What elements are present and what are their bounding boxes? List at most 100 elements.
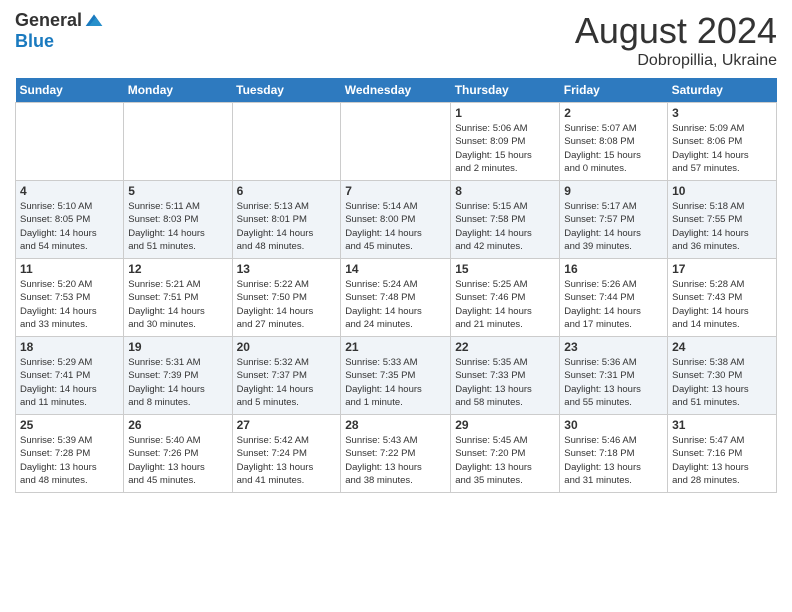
- table-row: 5 Sunrise: 5:11 AM Sunset: 8:03 PM Daylig…: [124, 181, 232, 259]
- day-info: Sunrise: 5:36 AM Sunset: 7:31 PM Dayligh…: [564, 356, 663, 409]
- day-info: Sunrise: 5:39 AM Sunset: 7:28 PM Dayligh…: [20, 434, 119, 487]
- day-number: 30: [564, 418, 663, 432]
- day-number: 8: [455, 184, 555, 198]
- week-row-1: 1 Sunrise: 5:06 AM Sunset: 8:09 PM Daylig…: [16, 103, 777, 181]
- table-row: 21 Sunrise: 5:33 AM Sunset: 7:35 PM Dayli…: [341, 337, 451, 415]
- table-row: 24 Sunrise: 5:38 AM Sunset: 7:30 PM Dayli…: [668, 337, 777, 415]
- header: General Blue August 2024 Dobropillia, Uk…: [15, 10, 777, 70]
- table-row: [124, 103, 232, 181]
- header-row: Sunday Monday Tuesday Wednesday Thursday…: [16, 78, 777, 103]
- day-number: 10: [672, 184, 772, 198]
- day-number: 11: [20, 262, 119, 276]
- day-info: Sunrise: 5:06 AM Sunset: 8:09 PM Dayligh…: [455, 122, 555, 175]
- table-row: 4 Sunrise: 5:10 AM Sunset: 8:05 PM Daylig…: [16, 181, 124, 259]
- location: Dobropillia, Ukraine: [575, 52, 777, 70]
- day-number: 26: [128, 418, 227, 432]
- col-saturday: Saturday: [668, 78, 777, 103]
- day-info: Sunrise: 5:45 AM Sunset: 7:20 PM Dayligh…: [455, 434, 555, 487]
- day-info: Sunrise: 5:38 AM Sunset: 7:30 PM Dayligh…: [672, 356, 772, 409]
- day-number: 6: [237, 184, 337, 198]
- day-number: 24: [672, 340, 772, 354]
- table-row: 22Sunrise: 5:35 AM Sunset: 7:33 PM Dayli…: [451, 337, 560, 415]
- day-info: Sunrise: 5:40 AM Sunset: 7:26 PM Dayligh…: [128, 434, 227, 487]
- col-sunday: Sunday: [16, 78, 124, 103]
- table-row: 10 Sunrise: 5:18 AM Sunset: 7:55 PM Dayli…: [668, 181, 777, 259]
- table-row: 25 Sunrise: 5:39 AM Sunset: 7:28 PM Dayli…: [16, 415, 124, 493]
- day-number: 5: [128, 184, 227, 198]
- day-number: 15: [455, 262, 555, 276]
- logo: General Blue: [15, 10, 104, 52]
- day-number: 4: [20, 184, 119, 198]
- day-number: 2: [564, 106, 663, 120]
- table-row: 3 Sunrise: 5:09 AM Sunset: 8:06 PM Daylig…: [668, 103, 777, 181]
- day-info: Sunrise: 5:10 AM Sunset: 8:05 PM Dayligh…: [20, 200, 119, 253]
- table-row: 27 Sunrise: 5:42 AM Sunset: 7:24 PM Dayli…: [232, 415, 341, 493]
- table-row: 18Sunrise: 5:29 AM Sunset: 7:41 PM Dayli…: [16, 337, 124, 415]
- table-row: 13 Sunrise: 5:22 AM Sunset: 7:50 PM Dayli…: [232, 259, 341, 337]
- day-number: 25: [20, 418, 119, 432]
- day-number: 31: [672, 418, 772, 432]
- day-number: 27: [237, 418, 337, 432]
- day-info: Sunrise: 5:33 AM Sunset: 7:35 PM Dayligh…: [345, 356, 446, 409]
- day-info: Sunrise: 5:47 AM Sunset: 7:16 PM Dayligh…: [672, 434, 772, 487]
- table-row: 29 Sunrise: 5:45 AM Sunset: 7:20 PM Dayli…: [451, 415, 560, 493]
- day-info: Sunrise: 5:07 AM Sunset: 8:08 PM Dayligh…: [564, 122, 663, 175]
- col-monday: Monday: [124, 78, 232, 103]
- day-number: 17: [672, 262, 772, 276]
- week-row-2: 4 Sunrise: 5:10 AM Sunset: 8:05 PM Daylig…: [16, 181, 777, 259]
- table-row: 8 Sunrise: 5:15 AM Sunset: 7:58 PM Daylig…: [451, 181, 560, 259]
- day-info: Sunrise: 5:24 AM Sunset: 7:48 PM Dayligh…: [345, 278, 446, 331]
- col-tuesday: Tuesday: [232, 78, 341, 103]
- day-info: Sunrise: 5:28 AM Sunset: 7:43 PM Dayligh…: [672, 278, 772, 331]
- table-row: 1 Sunrise: 5:06 AM Sunset: 8:09 PM Daylig…: [451, 103, 560, 181]
- day-number: 12: [128, 262, 227, 276]
- day-info: Sunrise: 5:14 AM Sunset: 8:00 PM Dayligh…: [345, 200, 446, 253]
- day-info: Sunrise: 5:42 AM Sunset: 7:24 PM Dayligh…: [237, 434, 337, 487]
- table-row: 30 Sunrise: 5:46 AM Sunset: 7:18 PM Dayli…: [560, 415, 668, 493]
- day-number: 19: [128, 340, 227, 354]
- day-number: 13: [237, 262, 337, 276]
- day-info: Sunrise: 5:11 AM Sunset: 8:03 PM Dayligh…: [128, 200, 227, 253]
- day-number: 28: [345, 418, 446, 432]
- page: General Blue August 2024 Dobropillia, Uk…: [0, 0, 792, 612]
- day-info: Sunrise: 5:31 AM Sunset: 7:39 PM Dayligh…: [128, 356, 227, 409]
- table-row: [341, 103, 451, 181]
- day-info: Sunrise: 5:18 AM Sunset: 7:55 PM Dayligh…: [672, 200, 772, 253]
- table-row: 31 Sunrise: 5:47 AM Sunset: 7:16 PM Dayli…: [668, 415, 777, 493]
- col-thursday: Thursday: [451, 78, 560, 103]
- table-row: [232, 103, 341, 181]
- day-info: Sunrise: 5:13 AM Sunset: 8:01 PM Dayligh…: [237, 200, 337, 253]
- table-row: 9Sunrise: 5:17 AM Sunset: 7:57 PM Daylig…: [560, 181, 668, 259]
- table-row: 2 Sunrise: 5:07 AM Sunset: 8:08 PM Daylig…: [560, 103, 668, 181]
- day-info: Sunrise: 5:22 AM Sunset: 7:50 PM Dayligh…: [237, 278, 337, 331]
- day-number: 29: [455, 418, 555, 432]
- day-number: 3: [672, 106, 772, 120]
- month-title: August 2024: [575, 10, 777, 52]
- table-row: 6 Sunrise: 5:13 AM Sunset: 8:01 PM Daylig…: [232, 181, 341, 259]
- day-number: 1: [455, 106, 555, 120]
- table-row: 16Sunrise: 5:26 AM Sunset: 7:44 PM Dayli…: [560, 259, 668, 337]
- day-info: Sunrise: 5:09 AM Sunset: 8:06 PM Dayligh…: [672, 122, 772, 175]
- day-info: Sunrise: 5:46 AM Sunset: 7:18 PM Dayligh…: [564, 434, 663, 487]
- table-row: 19 Sunrise: 5:31 AM Sunset: 7:39 PM Dayli…: [124, 337, 232, 415]
- table-row: 23 Sunrise: 5:36 AM Sunset: 7:31 PM Dayli…: [560, 337, 668, 415]
- day-number: 23: [564, 340, 663, 354]
- day-info: Sunrise: 5:32 AM Sunset: 7:37 PM Dayligh…: [237, 356, 337, 409]
- table-row: 17 Sunrise: 5:28 AM Sunset: 7:43 PM Dayli…: [668, 259, 777, 337]
- col-friday: Friday: [560, 78, 668, 103]
- day-info: Sunrise: 5:26 AM Sunset: 7:44 PM Dayligh…: [564, 278, 663, 331]
- day-info: Sunrise: 5:29 AM Sunset: 7:41 PM Dayligh…: [20, 356, 119, 409]
- day-info: Sunrise: 5:15 AM Sunset: 7:58 PM Dayligh…: [455, 200, 555, 253]
- logo-icon: [84, 11, 104, 31]
- table-row: 11Sunrise: 5:20 AM Sunset: 7:53 PM Dayli…: [16, 259, 124, 337]
- day-info: Sunrise: 5:21 AM Sunset: 7:51 PM Dayligh…: [128, 278, 227, 331]
- day-number: 20: [237, 340, 337, 354]
- day-info: Sunrise: 5:25 AM Sunset: 7:46 PM Dayligh…: [455, 278, 555, 331]
- day-number: 14: [345, 262, 446, 276]
- day-info: Sunrise: 5:43 AM Sunset: 7:22 PM Dayligh…: [345, 434, 446, 487]
- day-number: 21: [345, 340, 446, 354]
- day-number: 9: [564, 184, 663, 198]
- table-row: 28 Sunrise: 5:43 AM Sunset: 7:22 PM Dayli…: [341, 415, 451, 493]
- day-info: Sunrise: 5:35 AM Sunset: 7:33 PM Dayligh…: [455, 356, 555, 409]
- day-number: 7: [345, 184, 446, 198]
